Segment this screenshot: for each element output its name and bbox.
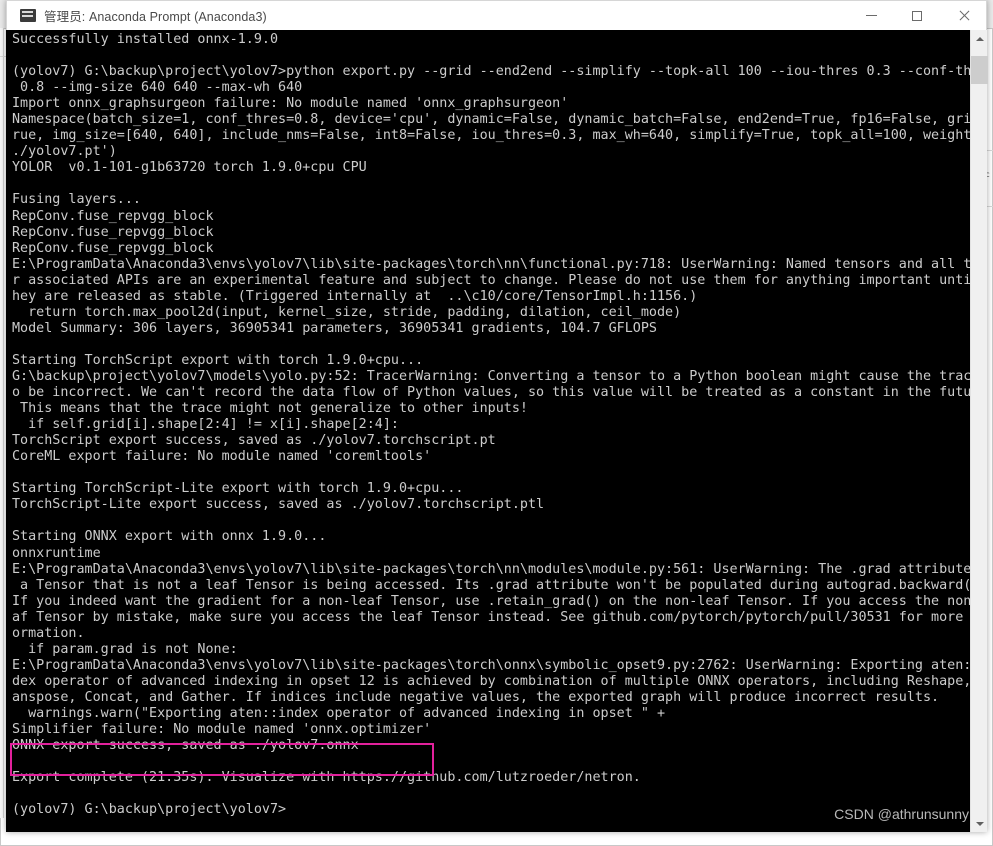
maximize-button[interactable] [894,1,940,31]
chevron-down-icon [975,821,984,826]
close-icon [958,10,969,21]
scroll-thumb[interactable] [971,56,988,84]
title-bar[interactable]: 管理员: Anaconda Prompt (Anaconda3) [6,0,987,30]
vertical-scrollbar[interactable] [970,30,988,832]
background-window-divider-right-2 [987,150,993,151]
scroll-down-arrow[interactable] [971,815,988,832]
scroll-up-arrow[interactable] [971,30,988,47]
terminal-output-area[interactable]: Successfully installed onnx-1.9.0 (yolov7… [6,30,987,832]
window-controls [848,1,986,31]
maximize-icon [912,10,922,21]
console-icon [20,9,36,22]
background-window-divider-right [987,206,993,207]
minimize-icon [865,15,877,16]
minimize-button[interactable] [848,1,894,31]
terminal-text: Successfully installed onnx-1.9.0 (yolov7… [12,32,987,818]
console-window: 管理员: Anaconda Prompt (Anaconda3) Success… [6,0,988,832]
close-button[interactable] [940,1,986,31]
watermark-label: CSDN @athrunsunny [834,806,969,822]
window-title: 管理员: Anaconda Prompt (Anaconda3) [44,10,267,24]
chevron-up-icon [975,36,984,41]
background-window-edge-left [0,28,4,818]
